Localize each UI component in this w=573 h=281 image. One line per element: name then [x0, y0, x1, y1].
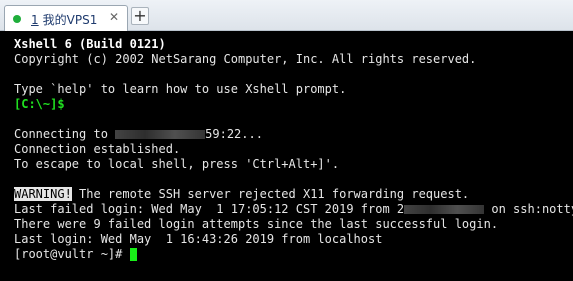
established-line: Connection established.: [14, 142, 181, 156]
redacted-ip: [404, 205, 485, 214]
terminal-area[interactable]: Xshell 6 (Build 0121) Copyright (c) 2002…: [0, 31, 573, 281]
connecting-prefix: Connecting to: [14, 127, 116, 141]
warning-tag: WARNING!: [14, 187, 72, 201]
close-tab-icon[interactable]: ✕: [109, 10, 119, 24]
failed-attempts-line: There were 9 failed login attempts since…: [14, 217, 499, 231]
tab-index: 1: [31, 13, 39, 27]
help-hint-line: Type `help' to learn how to use Xshell p…: [14, 82, 347, 96]
session-tab[interactable]: 1 我的VPS1 ✕: [4, 5, 128, 31]
tab-bar: 1 我的VPS1 ✕ +: [0, 0, 573, 31]
connecting-suffix: 59:22...: [205, 127, 263, 141]
banner-title: Xshell 6 (Build 0121): [14, 37, 166, 51]
warning-line: WARNING! The remote SSH server rejected …: [14, 187, 573, 202]
redacted-ip: [115, 130, 206, 139]
last-failed-prefix: Last failed login: Wed May 1 17:05:12 CS…: [14, 202, 405, 216]
connected-status-icon: [13, 15, 21, 23]
last-failed-suffix: on ssh:notty: [484, 202, 573, 216]
tab-title: 我的VPS1: [42, 13, 98, 27]
last-failed-line: Last failed login: Wed May 1 17:05:12 CS…: [14, 202, 573, 217]
tab-label: 1 我的VPS1: [31, 11, 97, 28]
copyright-line: Copyright (c) 2002 NetSarang Computer, I…: [14, 52, 477, 66]
local-prompt: [C:\~]$: [14, 97, 65, 111]
remote-prompt: [root@vultr ~]#: [14, 247, 130, 261]
warning-text: The remote SSH server rejected X11 forwa…: [71, 187, 470, 201]
new-tab-button[interactable]: +: [131, 7, 149, 25]
cursor-icon: [129, 248, 137, 261]
last-login-line: Last login: Wed May 1 16:43:26 2019 from…: [14, 232, 383, 246]
escape-hint-line: To escape to local shell, press 'Ctrl+Al…: [14, 157, 340, 171]
connecting-line: Connecting to 59:22...: [14, 127, 573, 142]
remote-prompt-line: [root@vultr ~]#: [14, 247, 573, 262]
